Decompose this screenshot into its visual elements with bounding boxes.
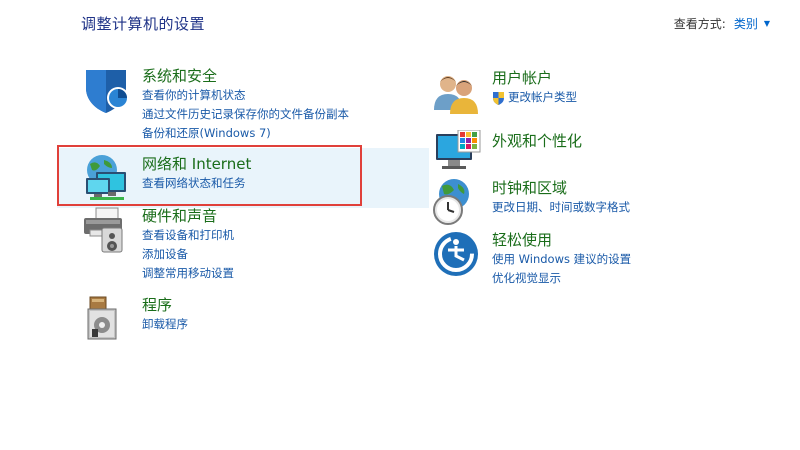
appearance-heading[interactable]: 外观和个性化 [492,131,582,151]
link-change-account-type[interactable]: 更改帐户类型 [492,88,577,107]
ease-of-access-heading[interactable]: 轻松使用 [492,230,631,250]
link-change-date-time-format[interactable]: 更改日期、时间或数字格式 [492,198,630,217]
view-by: 查看方式: 类别 ▼ [674,15,770,32]
programs-box-icon[interactable] [82,295,130,343]
monitor-palette-icon[interactable] [432,129,481,178]
users-icon[interactable] [432,68,480,116]
network-internet-heading[interactable]: 网络和 Internet [142,154,251,174]
view-by-value: 类别 [733,17,758,31]
link-backup-restore[interactable]: 备份和还原(Windows 7) [142,124,349,143]
link-add-device[interactable]: 添加设备 [142,245,234,264]
chevron-down-icon: ▼ [763,19,770,28]
network-globe-icon[interactable] [82,154,130,202]
link-optimize-visual-display[interactable]: 优化视觉显示 [492,269,631,288]
printer-speaker-icon[interactable] [82,206,130,254]
ease-of-access-icon[interactable] [432,230,480,278]
link-check-computer-status[interactable]: 查看你的计算机状态 [142,86,349,105]
shield-icon[interactable] [82,66,130,114]
link-devices-printers[interactable]: 查看设备和打印机 [142,226,234,245]
view-by-dropdown[interactable]: 类别 ▼ [734,15,770,32]
hardware-sound-heading[interactable]: 硬件和声音 [142,206,234,226]
user-accounts-heading[interactable]: 用户帐户 [492,68,577,88]
link-view-network-status[interactable]: 查看网络状态和任务 [142,174,251,193]
clock-region-heading[interactable]: 时钟和区域 [492,178,630,198]
uac-shield-icon [493,91,504,105]
link-uninstall-program[interactable]: 卸载程序 [142,315,188,334]
link-file-history-backup[interactable]: 通过文件历史记录保存你的文件备份副本 [142,105,349,124]
programs-heading[interactable]: 程序 [142,295,188,315]
page-title: 调整计算机的设置 [81,15,206,33]
link-mobility-settings[interactable]: 调整常用移动设置 [142,264,234,283]
link-windows-recommended-settings[interactable]: 使用 Windows 建议的设置 [492,250,631,269]
system-security-heading[interactable]: 系统和安全 [142,66,349,86]
view-by-label: 查看方式: [673,17,726,31]
globe-clock-icon[interactable] [432,178,480,226]
link-change-account-type-label: 更改帐户类型 [508,90,577,104]
